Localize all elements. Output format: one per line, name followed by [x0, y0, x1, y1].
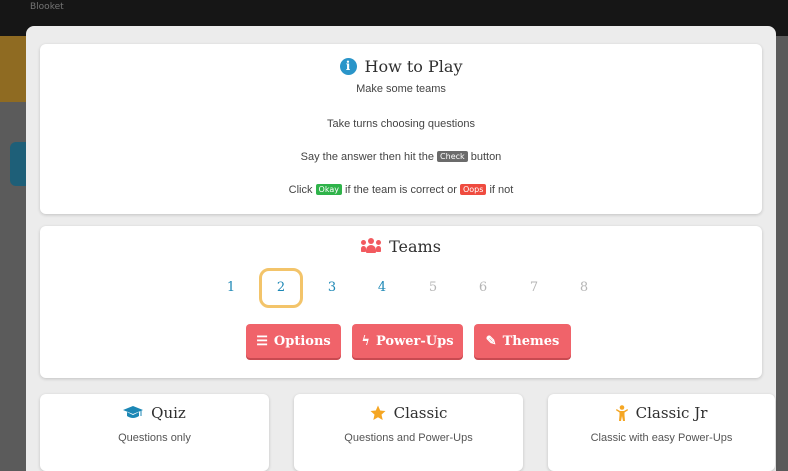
background-orange-panel [0, 36, 26, 102]
okay-badge: Okay [315, 184, 342, 195]
paintbrush-icon: ✎ [485, 333, 497, 349]
background-app-title: Blooket [30, 2, 64, 12]
team-count-8[interactable]: 8 [562, 268, 606, 308]
background-right-edge [776, 36, 788, 471]
mode-quiz-title: Quiz [151, 404, 186, 422]
child-icon [615, 405, 628, 421]
mode-classic-desc: Questions and Power-Ups [344, 432, 473, 444]
step-take-turns: Take turns choosing questions [327, 118, 475, 130]
team-count-4[interactable]: 4 [360, 268, 404, 308]
check-badge: Check [437, 151, 468, 162]
team-count-1[interactable]: 1 [209, 268, 253, 308]
graduation-cap-icon [123, 406, 144, 418]
mode-quiz-card[interactable]: Quiz Questions only [40, 394, 269, 471]
options-button[interactable]: ☰ Options [246, 324, 341, 358]
teams-title: Teams [389, 236, 441, 256]
team-count-3[interactable]: 3 [310, 268, 354, 308]
themes-button[interactable]: ✎ Themes [474, 324, 571, 358]
info-icon: i [339, 57, 357, 75]
mode-classic-title: Classic [393, 404, 448, 422]
teams-heading: Teams [40, 236, 762, 256]
background-top-bar-right [776, 0, 788, 36]
power-ups-button[interactable]: ϟ Power-Ups [352, 324, 463, 358]
game-setup-modal: i How to Play Make some teams Take turns… [26, 26, 776, 471]
team-count-7[interactable]: 7 [512, 268, 556, 308]
mode-quiz-desc: Questions only [118, 432, 191, 444]
mode-classic-jr-desc: Classic with easy Power-Ups [590, 432, 733, 444]
step-say-answer: Say the answer then hit the Check button [300, 151, 502, 163]
mode-classic-jr-title: Classic Jr [635, 404, 708, 422]
teams-card: Teams 1 2 3 4 5 6 7 8 ☰ Options ϟ Power-… [40, 226, 762, 378]
team-count-6[interactable]: 6 [461, 268, 505, 308]
sliders-icon: ☰ [256, 333, 268, 349]
star-icon [370, 405, 386, 420]
step-make-teams: Make some teams [356, 83, 446, 95]
team-count-5[interactable]: 5 [411, 268, 455, 308]
mode-classic-jr-card[interactable]: Classic Jr Classic with easy Power-Ups [548, 394, 775, 471]
background-teal-tab [10, 142, 26, 186]
team-count-2[interactable]: 2 [259, 268, 303, 308]
oops-badge: Oops [459, 184, 487, 195]
bolt-icon: ϟ [361, 333, 370, 349]
step-click-okay: Click Okay if the team is correct or Oop… [288, 184, 514, 196]
how-to-play-card: i How to Play Make some teams Take turns… [40, 44, 762, 214]
users-icon [361, 238, 382, 254]
mode-classic-card[interactable]: Classic Questions and Power-Ups [294, 394, 523, 471]
team-count-selector: 1 2 3 4 5 6 7 8 [40, 268, 762, 308]
how-to-play-title: How to Play [364, 56, 463, 76]
how-to-play-heading: i How to Play [40, 56, 762, 76]
